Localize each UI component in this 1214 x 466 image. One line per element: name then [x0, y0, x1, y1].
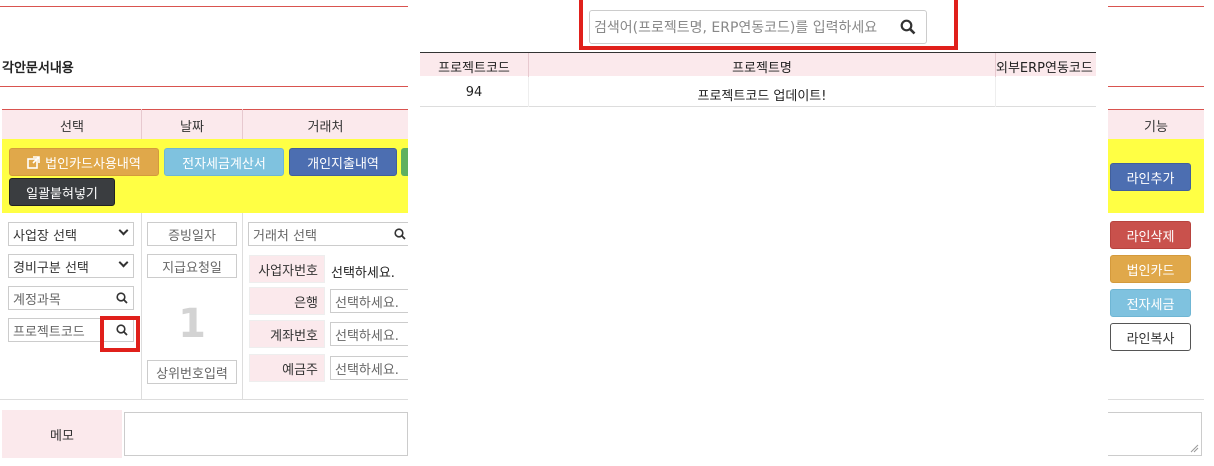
corp-card-button[interactable]: 법인카드	[1110, 255, 1191, 283]
memo-textarea[interactable]	[1108, 412, 1202, 456]
business-number-label: 사업자번호	[249, 255, 325, 283]
e-tax-button[interactable]: 전자세금	[1110, 289, 1191, 317]
column-header-date: 날짜	[180, 120, 204, 135]
evidence-date-input[interactable]: 증빙일자	[147, 222, 237, 246]
personal-expense-button[interactable]: 개인지출내역	[289, 148, 397, 176]
divider	[0, 6, 408, 7]
business-select[interactable]: 사업장 선택	[8, 222, 134, 246]
external-link-icon	[27, 155, 40, 169]
divider	[0, 86, 408, 87]
account-number-input[interactable]: 선택하세요.	[330, 322, 408, 346]
column-header-project-name[interactable]: 프로젝트명	[529, 57, 995, 76]
chevron-down-icon	[118, 225, 129, 236]
line-number: 1	[178, 301, 206, 347]
column-header-select: 선택	[60, 120, 84, 135]
divider	[995, 77, 996, 107]
chevron-down-icon	[118, 257, 129, 268]
column-header-project-code[interactable]: 프로젝트코드	[420, 57, 528, 76]
divider	[0, 399, 408, 400]
divider	[1108, 399, 1204, 400]
account-subject-input[interactable]: 계정과목	[8, 286, 134, 310]
project-code-placeholder: 프로젝트코드	[13, 324, 85, 340]
vendor-select-placeholder: 거래처 선택	[253, 228, 317, 244]
expense-type-select-value: 경비구분 선택	[13, 260, 89, 276]
corp-card-history-label: 법인카드사용내역	[45, 156, 141, 172]
project-search-placeholder: 검색어(프로젝트명, ERP연동코드)를 입력하세요	[594, 20, 878, 36]
vendor-select-input[interactable]: 거래처 선택	[248, 222, 408, 246]
business-select-value: 사업장 선택	[13, 228, 77, 244]
account-subject-placeholder: 계정과목	[13, 292, 61, 308]
memo-label: 메모	[2, 410, 122, 458]
search-icon[interactable]	[394, 228, 406, 240]
expense-type-select[interactable]: 경비구분 선택	[8, 254, 134, 278]
divider	[1108, 6, 1204, 7]
resize-handle-icon[interactable]	[1190, 444, 1199, 453]
add-line-button[interactable]: 라인추가	[1110, 163, 1191, 191]
business-number-value: 선택하세요.	[331, 266, 395, 281]
project-code-cell: 94	[465, 85, 483, 100]
memo-textarea[interactable]	[124, 412, 408, 456]
account-number-label: 계좌번호	[249, 320, 325, 348]
hidden-button[interactable]	[401, 148, 408, 176]
divider	[1108, 86, 1204, 87]
bank-input[interactable]: 선택하세요.	[330, 289, 408, 313]
payment-request-date-input[interactable]: 지급요청일	[147, 254, 237, 278]
divider	[141, 213, 142, 399]
column-header-erp-code[interactable]: 외부ERP연동코드	[996, 57, 1096, 76]
column-header-function: 기능	[1144, 120, 1168, 135]
bank-label: 은행	[249, 287, 325, 315]
section-title: 각안문서내용	[2, 61, 74, 76]
bulk-paste-button[interactable]: 일괄붙혀넣기	[9, 178, 115, 206]
project-name-cell: 프로젝트코드 업데이트!	[697, 89, 827, 104]
project-search-input[interactable]: 검색어(프로젝트명, ERP연동코드)를 입력하세요	[589, 10, 927, 44]
delete-line-button[interactable]: 라인삭제	[1110, 221, 1191, 249]
copy-line-button[interactable]: 라인복사	[1110, 323, 1191, 351]
highlight-box	[100, 316, 140, 352]
parent-number-input[interactable]: 상위번호입력	[147, 360, 237, 384]
corp-card-history-button[interactable]: 법인카드사용내역	[9, 148, 159, 176]
depositor-label: 예금주	[249, 354, 325, 382]
column-header-vendor: 거래처	[307, 120, 344, 135]
search-icon[interactable]	[900, 19, 916, 35]
e-tax-invoice-button[interactable]: 전자세금계산서	[164, 148, 284, 176]
divider	[242, 213, 243, 399]
search-icon[interactable]	[116, 292, 128, 304]
depositor-input[interactable]: 선택하세요.	[330, 356, 408, 380]
